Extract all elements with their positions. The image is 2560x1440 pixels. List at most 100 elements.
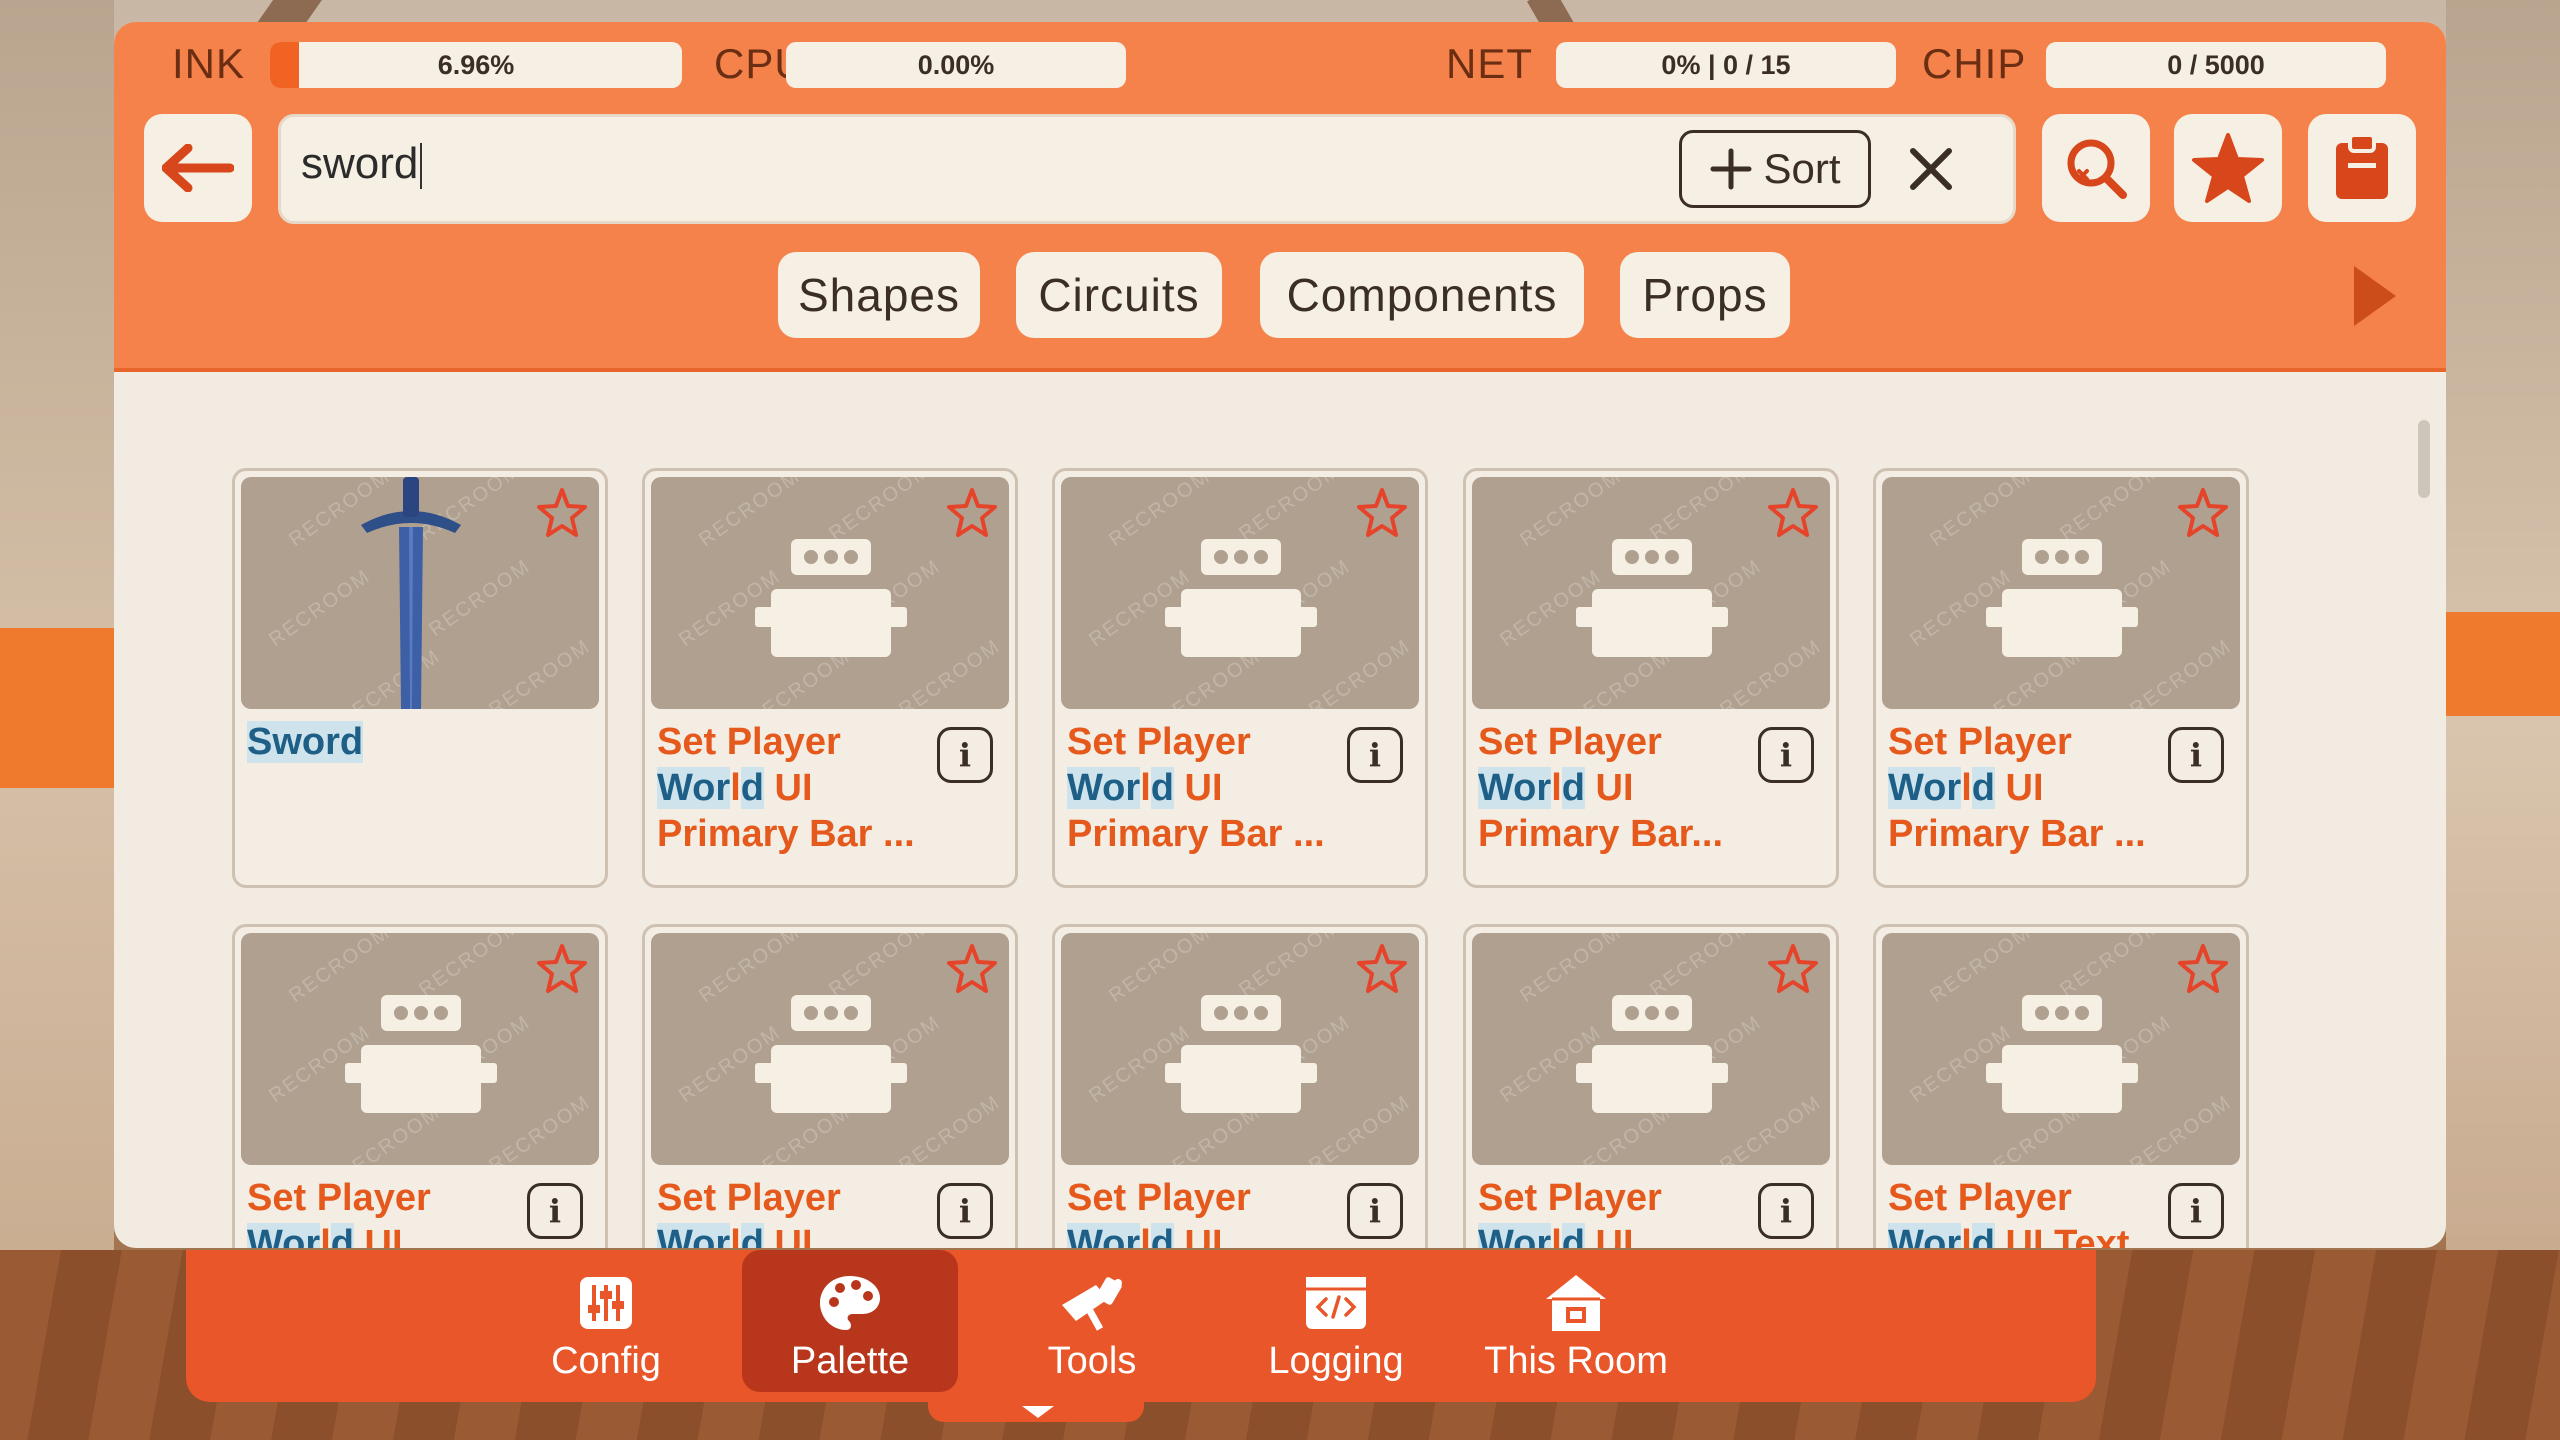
search-input[interactable]: sword <box>301 139 423 190</box>
favorite-toggle[interactable] <box>1766 487 1820 543</box>
active-tab-pointer <box>1022 1406 1054 1418</box>
info-button[interactable]: i <box>1347 1183 1403 1239</box>
house-icon <box>1544 1272 1608 1334</box>
palette-item-card[interactable]: RECROOMRECROOMRECROOMRECROOMRECROOMRECRO… <box>1052 924 1428 1248</box>
favorite-star-icon <box>1357 488 1407 537</box>
info-button[interactable]: i <box>1347 727 1403 783</box>
info-button[interactable]: i <box>1758 727 1814 783</box>
favorite-toggle[interactable] <box>1355 487 1409 543</box>
item-title: Set Player World UI <box>657 1175 927 1248</box>
recroom-watermark: RECROOM <box>1305 1091 1415 1165</box>
clipboard-icon <box>2336 133 2388 199</box>
maker-pen-icon <box>1056 1272 1128 1334</box>
recroom-watermark: RECROOM <box>2056 477 2166 546</box>
item-thumbnail: RECROOMRECROOMRECROOMRECROOMRECROOMRECRO… <box>241 933 599 1165</box>
palette-item-card[interactable]: RECROOMRECROOMRECROOMRECROOMRECROOMRECRO… <box>1463 468 1839 888</box>
info-button[interactable]: i <box>937 1183 993 1239</box>
item-title: Set Player World UI Text <box>1888 1175 2158 1248</box>
item-thumbnail: RECROOMRECROOMRECROOMRECROOMRECROOMRECRO… <box>1061 477 1419 709</box>
star-icon <box>2192 133 2264 203</box>
back-button[interactable] <box>144 114 252 222</box>
chip-label: CHIP <box>1922 40 2027 87</box>
nav-label: Config <box>551 1340 661 1382</box>
recroom-watermark: RECROOM <box>415 933 525 1002</box>
favorite-toggle[interactable] <box>1355 943 1409 999</box>
favorite-toggle[interactable] <box>945 943 999 999</box>
search-filter-button[interactable] <box>2042 114 2150 222</box>
palette-icon <box>818 1272 882 1334</box>
recroom-watermark: RECROOM <box>1716 635 1826 709</box>
favorite-star-icon <box>2178 944 2228 993</box>
favorite-star-icon <box>1768 488 1818 537</box>
info-button[interactable]: i <box>937 727 993 783</box>
palette-item-card[interactable]: RECROOMRECROOMRECROOMRECROOMRECROOMRECRO… <box>1052 468 1428 888</box>
sort-button[interactable]: Sort <box>1679 130 1871 208</box>
sort-label: Sort <box>1763 145 1841 192</box>
favorite-toggle[interactable] <box>535 943 589 999</box>
circuit-chip-icon <box>755 539 907 657</box>
nav-logging[interactable]: Logging <box>1228 1250 1444 1392</box>
nav-palette[interactable]: Palette <box>742 1250 958 1392</box>
info-button[interactable]: i <box>1758 1183 1814 1239</box>
next-categories-button[interactable] <box>2354 266 2396 326</box>
background-stripe-right <box>2446 612 2560 716</box>
recroom-watermark: RECROOM <box>895 635 1005 709</box>
chip-value: 0 / 5000 <box>2167 50 2265 80</box>
clear-search-button[interactable] <box>1899 137 1963 201</box>
item-title: Set Player World UI Primary Bar ... <box>657 721 915 855</box>
ink-label: INK <box>172 40 246 87</box>
palette-item-card[interactable]: RECROOMRECROOMRECROOMRECROOMRECROOMRECRO… <box>1873 924 2249 1248</box>
nav-tools[interactable]: Tools <box>984 1250 1200 1392</box>
chip-circuits[interactable]: Circuits <box>1016 252 1222 338</box>
nav-label: Tools <box>1047 1340 1137 1382</box>
chip-icon-wrapper <box>753 537 909 663</box>
chip-components[interactable]: Components <box>1260 252 1584 338</box>
nav-label: Palette <box>790 1340 910 1382</box>
item-title: Set Player World UI <box>247 1175 517 1248</box>
net-bar: 0% | 0 / 15 <box>1556 42 1896 88</box>
info-button[interactable]: i <box>2168 1183 2224 1239</box>
clipboard-button[interactable] <box>2308 114 2416 222</box>
cpu-bar: 0.00% <box>786 42 1126 88</box>
chip-props[interactable]: Props <box>1620 252 1790 338</box>
net-label: NET <box>1446 40 1533 87</box>
item-title: Set Player World UI Primary Bar ... <box>1067 721 1325 855</box>
circuit-chip-icon <box>1165 995 1317 1113</box>
recroom-watermark: RECROOM <box>1646 933 1756 1002</box>
palette-item-card[interactable]: RECROOMRECROOMRECROOMRECROOMRECROOMRECRO… <box>232 468 608 888</box>
palette-item-card[interactable]: RECROOMRECROOMRECROOMRECROOMRECROOMRECRO… <box>1463 924 1839 1248</box>
results-grid: RECROOM RECROOM RECROOM RECROOM RECROOM RECRO… <box>232 444 2372 1248</box>
info-button[interactable]: i <box>2168 727 2224 783</box>
item-title: Set Player World UI Primary Bar ... <box>1888 721 2146 855</box>
nav-config[interactable]: Config <box>498 1250 714 1392</box>
nav-label: Logging <box>1268 1340 1404 1382</box>
favorite-toggle[interactable] <box>535 487 589 543</box>
favorite-star-icon <box>537 488 587 537</box>
favorite-toggle[interactable] <box>1766 943 1820 999</box>
nav-label: This Room <box>1484 1340 1668 1382</box>
info-button[interactable]: i <box>527 1183 583 1239</box>
circuit-chip-icon <box>1986 539 2138 657</box>
palette-item-card[interactable]: RECROOMRECROOMRECROOMRECROOMRECROOMRECRO… <box>232 924 608 1248</box>
search-clear-icon <box>2067 139 2127 199</box>
favorite-toggle[interactable] <box>2176 943 2230 999</box>
nav-this-room[interactable]: This Room <box>1468 1250 1684 1392</box>
scrollbar-thumb[interactable] <box>2418 420 2430 498</box>
favorite-toggle[interactable] <box>945 487 999 543</box>
recroom-watermark: RECROOM <box>485 1091 595 1165</box>
chip-icon-wrapper <box>1163 537 1319 663</box>
recroom-watermark: RECROOM <box>1716 1091 1826 1165</box>
favorite-star-icon <box>2178 488 2228 537</box>
item-thumbnail: RECROOMRECROOMRECROOMRECROOMRECROOMRECRO… <box>1882 933 2240 1165</box>
palette-item-card[interactable]: RECROOMRECROOMRECROOMRECROOMRECROOMRECRO… <box>642 468 1018 888</box>
search-box[interactable]: sword Sort <box>278 114 2016 224</box>
palette-item-card[interactable]: RECROOMRECROOMRECROOMRECROOMRECROOMRECRO… <box>1873 468 2249 888</box>
favorite-star-icon <box>1768 944 1818 993</box>
favorites-button[interactable] <box>2174 114 2282 222</box>
plus-icon <box>1710 148 1752 190</box>
recroom-watermark: RECROOM <box>2126 1091 2236 1165</box>
palette-item-card[interactable]: RECROOMRECROOMRECROOMRECROOMRECROOMRECRO… <box>642 924 1018 1248</box>
favorite-toggle[interactable] <box>2176 487 2230 543</box>
chip-shapes[interactable]: Shapes <box>778 252 980 338</box>
item-thumbnail: RECROOMRECROOMRECROOMRECROOMRECROOMRECRO… <box>651 933 1009 1165</box>
